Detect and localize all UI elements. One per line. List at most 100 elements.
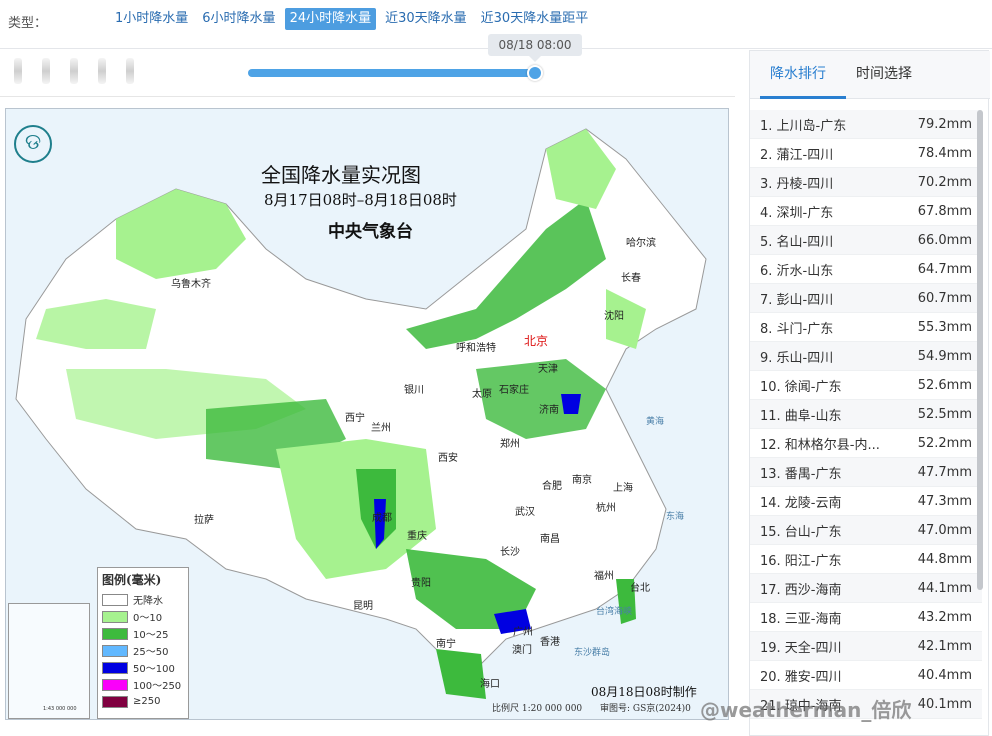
city-label-capital: 北京	[524, 334, 549, 348]
sea-label: 黄海	[646, 417, 665, 427]
tick-mark	[70, 58, 78, 84]
tab-precip-ranking[interactable]: 降水排行	[770, 63, 826, 83]
city-label: 广州	[513, 627, 533, 638]
ranking-value: 55.3mm	[917, 319, 972, 335]
ranking-row[interactable]: 13. 番禺-广东 47.7mm	[750, 458, 982, 487]
ranking-row[interactable]: 5. 名山-四川 66.0mm	[750, 226, 982, 255]
city-label: 兰州	[371, 423, 391, 434]
ranking-station: 7. 彭山-四川	[760, 292, 834, 308]
ranking-row[interactable]: 19. 天全-四川 42.1mm	[750, 632, 982, 661]
scrollbar[interactable]	[977, 110, 983, 590]
city-label: 台北	[630, 583, 650, 594]
city-label: 郑州	[500, 439, 520, 450]
city-label: 海口	[480, 679, 500, 690]
city-label: 乌鲁木齐	[171, 279, 211, 290]
map-org: 中央气象台	[328, 222, 413, 242]
ranking-row[interactable]: 20. 雅安-四川 40.4mm	[750, 661, 982, 690]
ranking-list: 1. 上川岛-广东 79.2mm 2. 蒲江-四川 78.4mm 3. 丹棱-四川 70.…	[750, 110, 982, 719]
city-label: 哈尔滨	[626, 238, 656, 249]
legend-item: 10～25	[102, 625, 184, 642]
time-slider[interactable]	[248, 65, 544, 81]
tab-24h-precip[interactable]: 24小时降水量	[284, 8, 377, 30]
time-slider-handle[interactable]	[527, 65, 544, 81]
ranking-value: 40.1mm	[917, 696, 972, 712]
legend-swatch	[102, 695, 128, 708]
ranking-row[interactable]: 14. 龙陵-云南 47.3mm	[750, 487, 982, 516]
ranking-value: 54.9mm	[917, 348, 972, 364]
legend-title: 图例(毫米)	[102, 573, 162, 587]
city-label: 太原	[472, 389, 492, 400]
ranking-value: 40.4mm	[917, 667, 972, 683]
city-label: 香港	[540, 637, 560, 648]
active-tab-indicator	[760, 96, 846, 99]
tab-6h-precip[interactable]: 6小时降水量	[197, 8, 280, 30]
ranking-station: 8. 斗门-广东	[760, 321, 834, 337]
city-label: 拉萨	[194, 515, 214, 526]
ranking-row[interactable]: 3. 丹棱-四川 70.2mm	[750, 168, 982, 197]
type-label: 类型：	[8, 16, 48, 31]
ranking-row[interactable]: 4. 深圳-广东 67.8mm	[750, 197, 982, 226]
city-label: 长沙	[500, 547, 520, 558]
panel-tabs: 降水排行 时间选择	[750, 51, 990, 99]
ranking-value: 44.8mm	[917, 551, 972, 567]
watermark: @weatherman_倍欣	[700, 698, 912, 722]
ranking-row[interactable]: 18. 三亚-海南 43.2mm	[750, 603, 982, 632]
ranking-value: 60.7mm	[917, 290, 972, 306]
time-tooltip: 08/18 08:00	[488, 34, 582, 62]
legend-item: ≥250	[102, 693, 184, 710]
ranking-station: 5. 名山-四川	[760, 234, 834, 250]
legend-item: 50～100	[102, 659, 184, 676]
city-label: 南宁	[436, 639, 456, 650]
precip-map: ଡ 全国降水量实况图 8月17日08时–8月18日08时 中央气象台 乌鲁木齐 …	[5, 108, 729, 720]
ranking-row[interactable]: 6. 沂水-山东 64.7mm	[750, 255, 982, 284]
ranking-row[interactable]: 10. 徐闻-广东 52.6mm	[750, 371, 982, 400]
legend-swatch	[102, 678, 128, 691]
ranking-value: 66.0mm	[917, 232, 972, 248]
south-china-sea-inset: 1:43 000 000	[8, 603, 90, 719]
ranking-row[interactable]: 1. 上川岛-广东 79.2mm	[750, 110, 982, 139]
ranking-value: 70.2mm	[917, 174, 972, 190]
ranking-value: 42.1mm	[917, 638, 972, 654]
type-tabs: 1小时降水量 6小时降水量 24小时降水量 近30天降水量 近30天降水量距平	[110, 8, 593, 30]
city-label: 合肥	[542, 481, 562, 492]
ranking-value: 64.7mm	[917, 261, 972, 277]
tab-30d-precip[interactable]: 近30天降水量	[380, 8, 472, 30]
legend-label: 无降水	[133, 596, 163, 607]
city-label: 济南	[539, 405, 559, 416]
legend-swatch	[102, 644, 128, 657]
ranking-row[interactable]: 8. 斗门-广东 55.3mm	[750, 313, 982, 342]
city-label: 石家庄	[499, 385, 529, 396]
play-controls[interactable]	[14, 58, 174, 88]
time-slider-fill	[248, 69, 536, 77]
city-label: 西安	[438, 453, 458, 464]
ranking-row[interactable]: 9. 乐山-四川 54.9mm	[750, 342, 982, 371]
ranking-row[interactable]: 11. 曲阜-山东 52.5mm	[750, 400, 982, 429]
city-label: 南京	[572, 475, 592, 486]
ranking-value: 47.7mm	[917, 464, 972, 480]
ranking-row[interactable]: 15. 台山-广东 47.0mm	[750, 516, 982, 545]
inset-scale: 1:43 000 000	[43, 706, 77, 712]
tab-time-select[interactable]: 时间选择	[856, 63, 912, 83]
sea-label: 东沙群岛	[574, 648, 611, 658]
ranking-row[interactable]: 2. 蒲江-四川 78.4mm	[750, 139, 982, 168]
tab-30d-anomaly[interactable]: 近30天降水量距平	[476, 8, 594, 30]
ranking-row[interactable]: 16. 阳江-广东 44.8mm	[750, 545, 982, 574]
ranking-station: 2. 蒲江-四川	[760, 147, 834, 163]
map-legend: 图例(毫米) 无降水 0～10 10～25 25～50 50～100 100～2…	[97, 567, 189, 719]
ranking-station: 18. 三亚-海南	[760, 611, 842, 627]
right-panel: 降水排行 时间选择 1. 上川岛-广东 79.2mm 2. 蒲江-四川 78.4mm 3…	[749, 50, 990, 736]
tab-1h-precip[interactable]: 1小时降水量	[110, 8, 193, 30]
sea-label: 台湾海峡	[596, 607, 633, 617]
ranking-station: 6. 沂水-山东	[760, 263, 834, 279]
ranking-value: 78.4mm	[917, 145, 972, 161]
cma-logo-icon: ଡ	[14, 125, 52, 163]
legend-swatch	[102, 661, 128, 674]
legend-swatch	[102, 610, 128, 623]
city-label: 西宁	[345, 413, 365, 424]
map-scale: 比例尺 1:20 000 000	[492, 704, 583, 714]
ranking-row[interactable]: 7. 彭山-四川 60.7mm	[750, 284, 982, 313]
ranking-row[interactable]: 12. 和林格尔县-内... 52.2mm	[750, 429, 982, 458]
ranking-station: 13. 番禺-广东	[760, 466, 842, 482]
ranking-value: 52.6mm	[917, 377, 972, 393]
ranking-row[interactable]: 17. 西沙-海南 44.1mm	[750, 574, 982, 603]
